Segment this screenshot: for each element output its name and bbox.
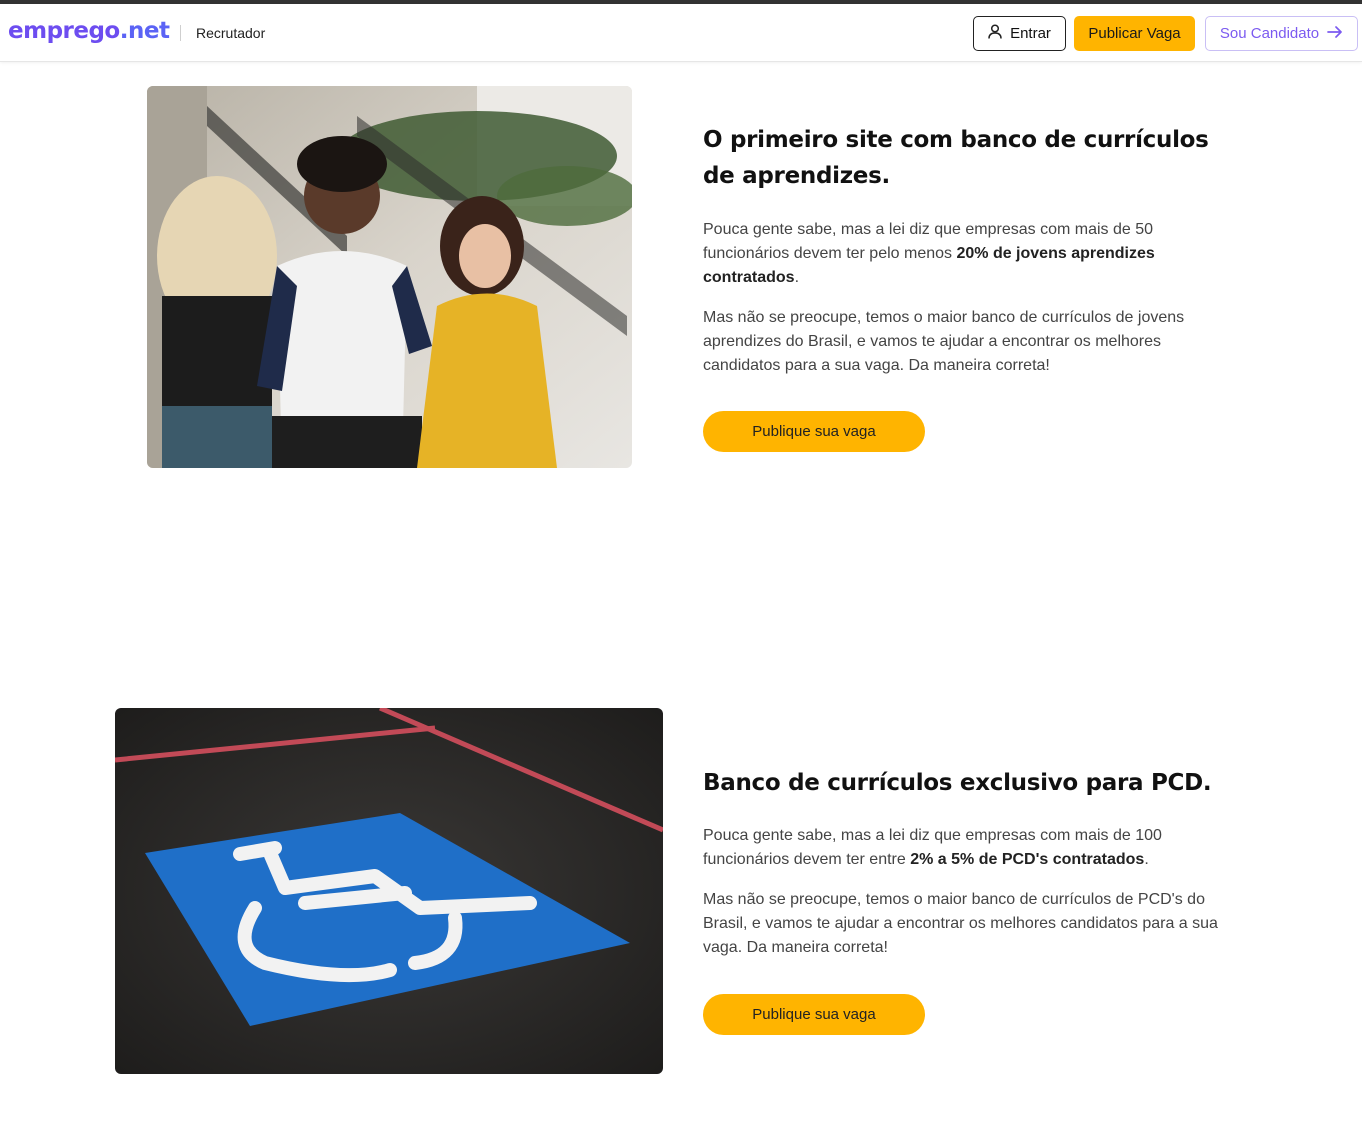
apprentices-para-1: Pouca gente sabe, mas a lei diz que empr… [703,218,1223,290]
apprentices-photo [147,86,632,468]
apprentices-title: O primeiro site com banco de currículos … [703,127,1209,189]
login-button[interactable]: Entrar [973,16,1066,51]
pcd-section: Banco de currículos exclusivo para PCD. … [703,765,1248,960]
pcd-photo [115,708,663,1074]
site-logo[interactable]: emprego.net [8,18,170,44]
pcd-para-2: Mas não se preocupe, temos o maior banco… [703,891,1218,956]
pcd-para-1-end: . [1144,851,1149,868]
publish-label: Publicar Vaga [1088,25,1181,42]
pcd-cta-label: Publique sua vaga [752,1006,876,1023]
arrow-right-icon [1327,25,1343,42]
apprentices-cta-label: Publique sua vaga [752,423,876,440]
apprentices-para-1-end: . [794,269,800,286]
user-icon [988,24,1002,43]
pcd-cta-button[interactable]: Publique sua vaga [703,994,925,1035]
site-header: emprego.net Recrutador Entrar Publicar V… [0,4,1362,62]
logo-suffix: .net [119,18,170,44]
pcd-title: Banco de currículos exclusivo para PCD. [703,770,1212,796]
apprentices-cta-button[interactable]: Publique sua vaga [703,411,925,452]
pcd-para-1-bold: 2% a 5% de PCD's contratados [910,851,1145,868]
candidate-button[interactable]: Sou Candidato [1205,16,1358,51]
logo-main: emprego [8,18,120,44]
apprentices-section: O primeiro site com banco de currículos … [703,122,1223,378]
candidate-label: Sou Candidato [1219,25,1320,42]
login-label: Entrar [1010,25,1051,42]
header-divider [180,25,181,41]
apprentices-para-2: Mas não se preocupe, temos o maior banco… [703,309,1185,374]
section-label: Recrutador [196,25,266,41]
pcd-para-1: Pouca gente sabe, mas a lei diz que empr… [703,824,1248,872]
publish-job-button[interactable]: Publicar Vaga [1074,16,1195,51]
